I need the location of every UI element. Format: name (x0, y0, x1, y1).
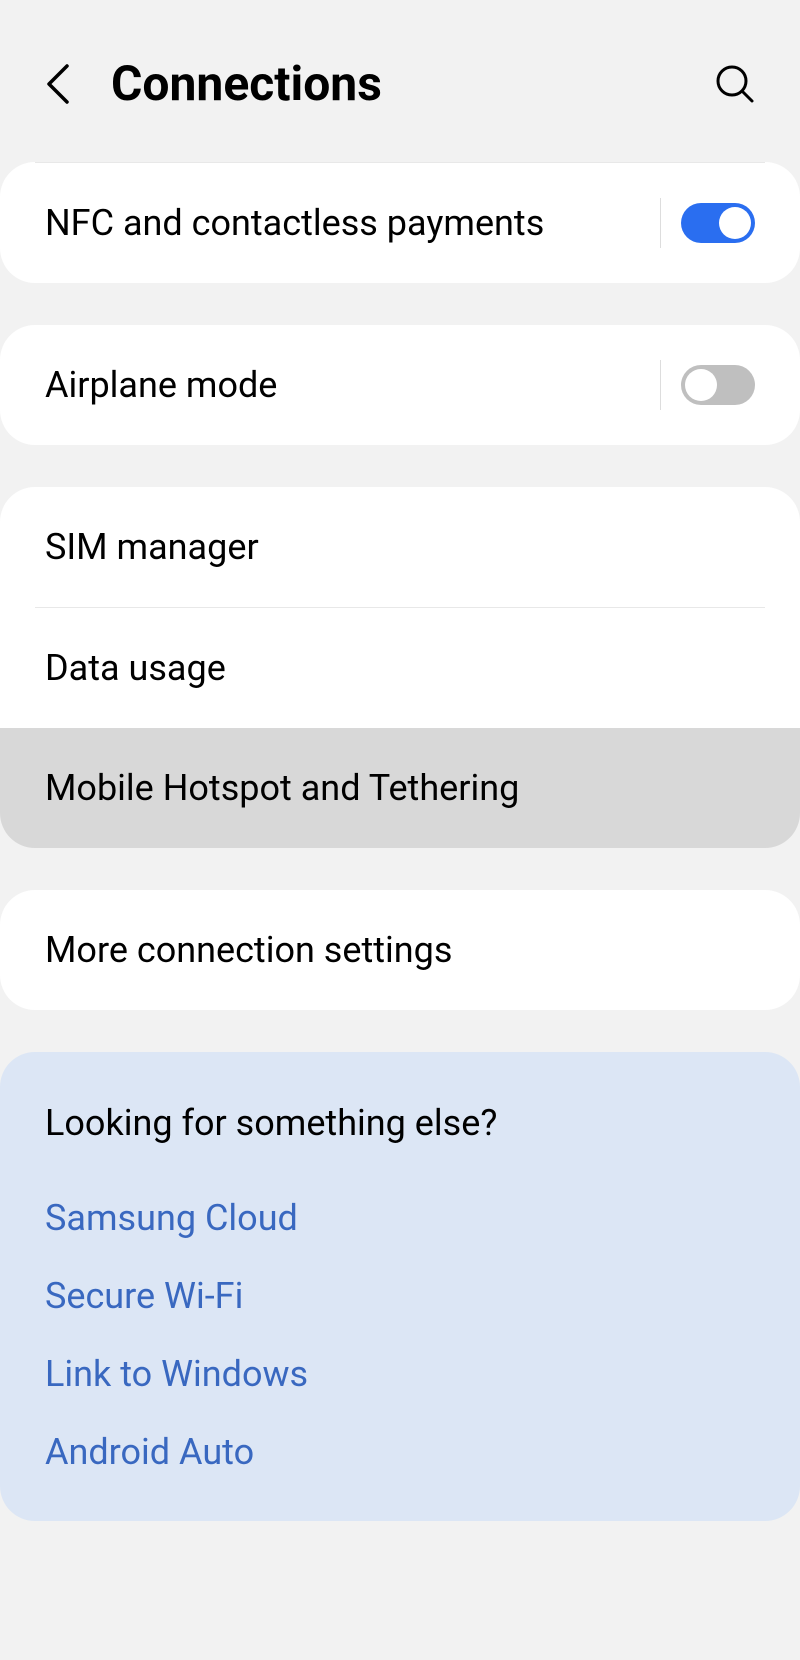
secure-wifi-link[interactable]: Secure Wi-Fi (45, 1257, 755, 1335)
airplane-toggle[interactable] (681, 365, 755, 405)
search-icon[interactable] (715, 64, 755, 104)
more-connection-label: More connection settings (45, 925, 755, 975)
toggle-knob (685, 369, 717, 401)
more-connection-item[interactable]: More connection settings (0, 890, 800, 1010)
header: Connections (0, 0, 800, 162)
nfc-toggle[interactable] (681, 203, 755, 243)
nfc-item[interactable]: NFC and contactless payments (0, 163, 800, 283)
samsung-cloud-link[interactable]: Samsung Cloud (45, 1179, 755, 1257)
android-auto-link[interactable]: Android Auto (45, 1413, 755, 1491)
back-icon[interactable] (45, 63, 71, 105)
hotspot-item[interactable]: Mobile Hotspot and Tethering (0, 728, 800, 848)
airplane-label: Airplane mode (45, 360, 660, 410)
header-left: Connections (45, 55, 382, 112)
sim-manager-item[interactable]: SIM manager (0, 487, 800, 607)
toggle-knob (719, 207, 751, 239)
hotspot-label: Mobile Hotspot and Tethering (45, 763, 755, 813)
nfc-toggle-container (660, 198, 755, 248)
vertical-divider (660, 360, 661, 410)
nfc-card: NFC and contactless payments (0, 162, 800, 283)
link-to-windows-link[interactable]: Link to Windows (45, 1335, 755, 1413)
sim-data-hotspot-card: SIM manager Data usage Mobile Hotspot an… (0, 487, 800, 848)
airplane-card: Airplane mode (0, 325, 800, 445)
suggestions-title: Looking for something else? (45, 1102, 755, 1144)
airplane-toggle-container (660, 360, 755, 410)
data-usage-label: Data usage (45, 643, 755, 693)
nfc-label: NFC and contactless payments (45, 198, 660, 248)
vertical-divider (660, 198, 661, 248)
sim-manager-label: SIM manager (45, 522, 755, 572)
data-usage-item[interactable]: Data usage (0, 608, 800, 728)
airplane-item[interactable]: Airplane mode (0, 325, 800, 445)
more-connection-card: More connection settings (0, 890, 800, 1010)
page-title: Connections (111, 55, 382, 112)
suggestions-card: Looking for something else? Samsung Clou… (0, 1052, 800, 1521)
